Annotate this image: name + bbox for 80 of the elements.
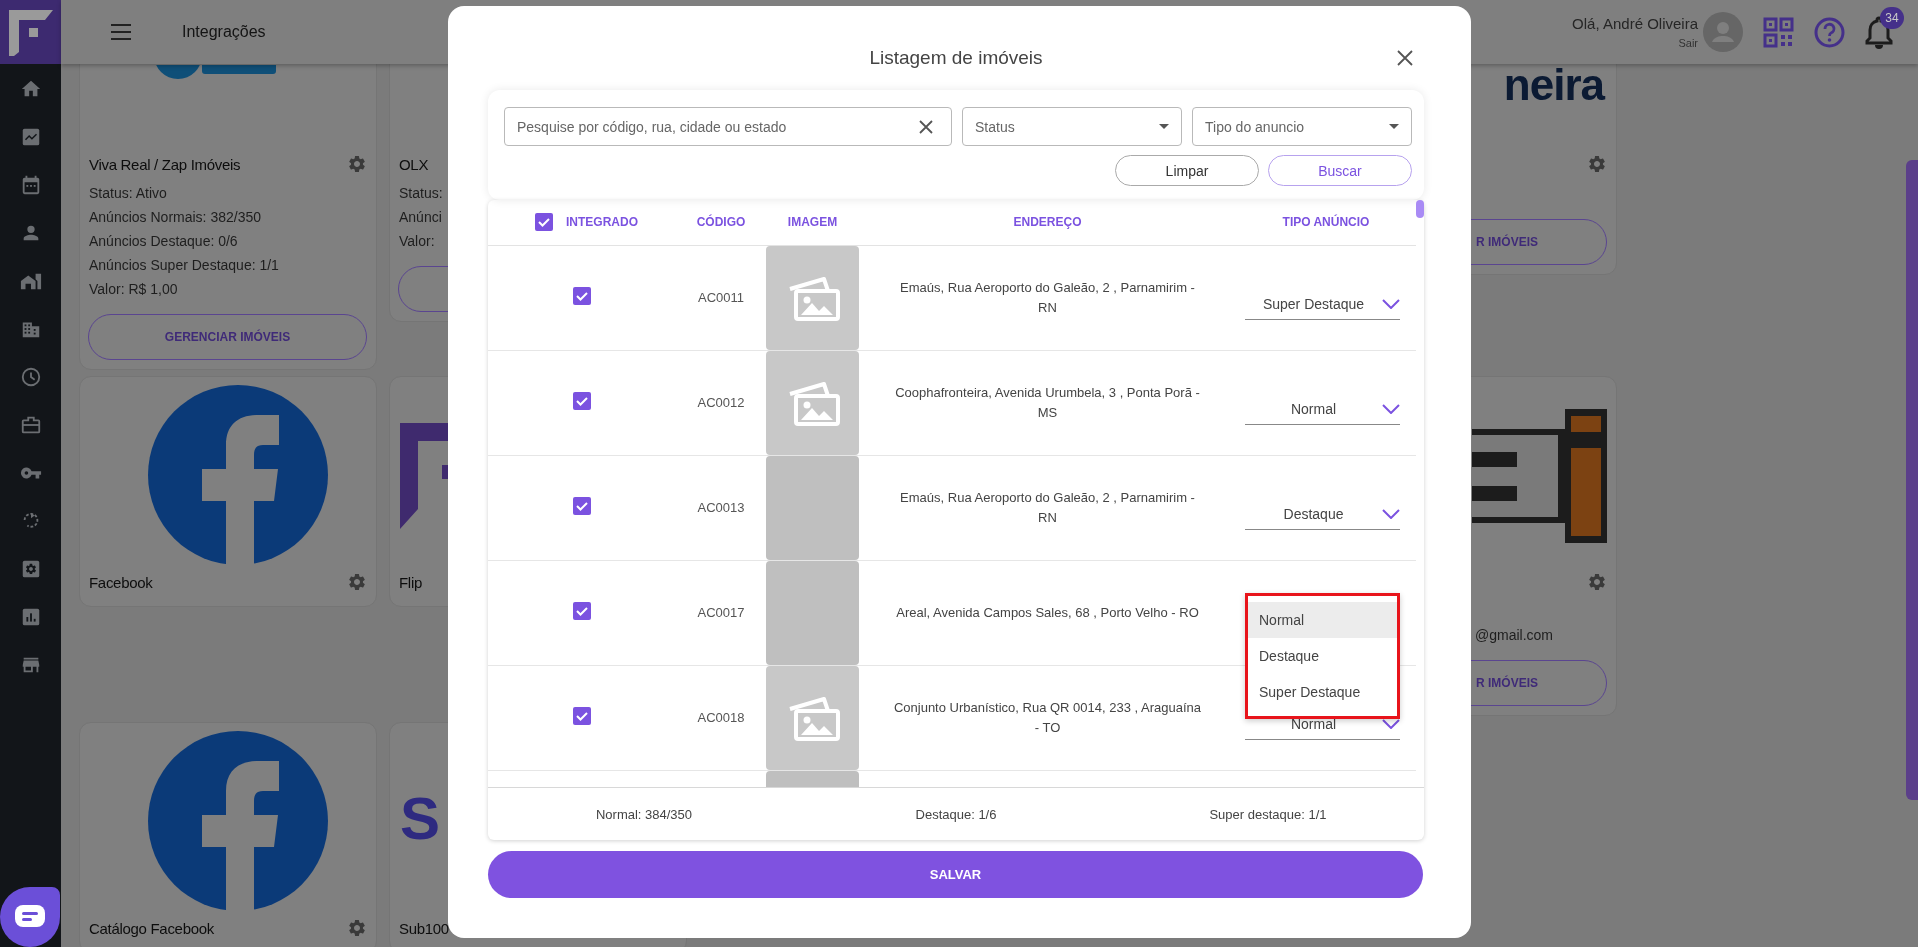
search-field[interactable]: Pesquise por código, rua, cidade ou estado <box>504 107 952 146</box>
chevron-icon <box>1382 404 1400 415</box>
card-title: OLX <box>399 155 429 173</box>
card-text: @gmail.com <box>1475 626 1553 645</box>
clear-button[interactable]: Limpar <box>1115 155 1259 186</box>
dropdown-option[interactable]: Destaque <box>1248 637 1397 674</box>
address-text: Areal, Avenida Campos Sales, 68 , Porto Velho - RO <box>895 603 1200 622</box>
ad-type-select[interactable]: Normal <box>1245 709 1400 740</box>
address-text: Emaús, Rua Aeroporto do Galeão, 2 , Parnamirim - RN <box>899 488 1196 527</box>
address-text: Coophafronteira, Avenida Urumbela, 3 , Ponta Porã - MS <box>894 383 1201 422</box>
menu-icon[interactable] <box>111 24 131 40</box>
dropdown-arrow-icon <box>1159 124 1169 129</box>
greeting-text: Olá, André Oliveira <box>1572 14 1698 34</box>
settings-icon[interactable] <box>347 918 367 938</box>
code-text: AC0011 <box>698 290 744 306</box>
column-header: INTEGRADO <box>566 215 638 230</box>
checkbox[interactable] <box>573 391 591 410</box>
page-title: Integrações <box>182 23 266 41</box>
card-text: Anúnci <box>399 208 442 227</box>
column-header: TIPO ANÚNCIO <box>1282 215 1370 230</box>
close-icon[interactable] <box>1396 49 1414 67</box>
address-text: Emaús, Rua Aeroporto do Galeão, 2 , Parnamirim - RN <box>899 278 1196 317</box>
checkbox[interactable] <box>535 213 553 232</box>
count-text: Super destaque: 1/1 <box>1209 806 1327 822</box>
qr-code-icon[interactable] <box>1763 16 1794 48</box>
card-title: Facebook <box>89 573 153 591</box>
card-text: Anúncios Super Destaque: 1/1 <box>89 256 279 275</box>
settings-icon[interactable] <box>347 154 367 174</box>
code-text: AC0012 <box>697 395 745 411</box>
card-text: Anúncios Destaque: 0/6 <box>89 232 238 251</box>
search-button[interactable]: Buscar <box>1268 155 1412 186</box>
filter-select[interactable]: Tipo do anuncio <box>1192 107 1412 146</box>
column-header: ENDEREÇO <box>1013 215 1082 230</box>
column-header: CÓDIGO <box>696 215 746 230</box>
notification-badge: 34 <box>1880 7 1904 29</box>
card-text: Anúncios Normais: 382/350 <box>89 208 261 227</box>
ad-type-select[interactable]: Destaque <box>1245 499 1400 530</box>
column-header: IMAGEM <box>787 215 838 230</box>
checkbox[interactable] <box>573 496 591 515</box>
address-text: Conjunto Urbanístico, Rua QR 0014, 233 , Araguaína - TO <box>892 698 1203 737</box>
settings-icon[interactable] <box>1587 572 1607 592</box>
card-title: Sub100 <box>399 919 449 937</box>
clear-icon[interactable] <box>918 119 934 135</box>
code-text: AC0017 <box>697 605 745 621</box>
logo: S <box>400 789 441 849</box>
code-text: AC0013 <box>697 500 745 516</box>
card-title: Catálogo Facebook <box>89 919 214 937</box>
card-text: Status: Ativo <box>89 184 167 203</box>
checkbox[interactable] <box>573 286 591 305</box>
dropdown-arrow-icon <box>1389 124 1399 129</box>
app-logo[interactable] <box>0 0 61 64</box>
help-icon[interactable] <box>1814 16 1845 48</box>
scrollbar-thumb[interactable] <box>1416 200 1424 218</box>
briefcase-icon[interactable] <box>19 414 42 436</box>
chevron-icon <box>1382 719 1400 730</box>
chevron-icon <box>1382 299 1400 310</box>
dropdown-option[interactable]: Super Destaque <box>1248 673 1397 710</box>
settings-icon[interactable] <box>347 572 367 592</box>
ad-type-select[interactable]: Super Destaque <box>1245 289 1400 320</box>
save-button[interactable]: SALVAR <box>488 851 1423 898</box>
chevron-icon <box>1382 509 1400 520</box>
card-text: Status: <box>399 184 443 203</box>
chat-icon <box>15 905 45 929</box>
modal-title: Listagem de imóveis <box>869 47 1043 69</box>
dropdown-option[interactable]: Normal <box>1248 601 1397 638</box>
settings-icon[interactable] <box>1587 154 1607 174</box>
card-title: Flip <box>399 573 422 591</box>
card-title: Viva Real / Zap Imóveis <box>89 155 241 173</box>
count-text: Normal: 384/350 <box>595 806 693 822</box>
card-text: Valor: <box>399 232 435 251</box>
checkbox[interactable] <box>573 706 591 725</box>
checkbox[interactable] <box>573 601 591 620</box>
ad-type-select[interactable]: Normal <box>1245 394 1400 425</box>
card-text: Valor: R$ 1,00 <box>89 280 178 299</box>
count-text: Destaque: 1/6 <box>915 806 997 822</box>
scrollbar[interactable] <box>1906 160 1918 800</box>
clock-icon[interactable] <box>19 366 42 388</box>
logo: neira <box>1503 65 1604 105</box>
code-text: AC0018 <box>697 710 745 726</box>
filter-select[interactable]: Status <box>962 107 1182 146</box>
